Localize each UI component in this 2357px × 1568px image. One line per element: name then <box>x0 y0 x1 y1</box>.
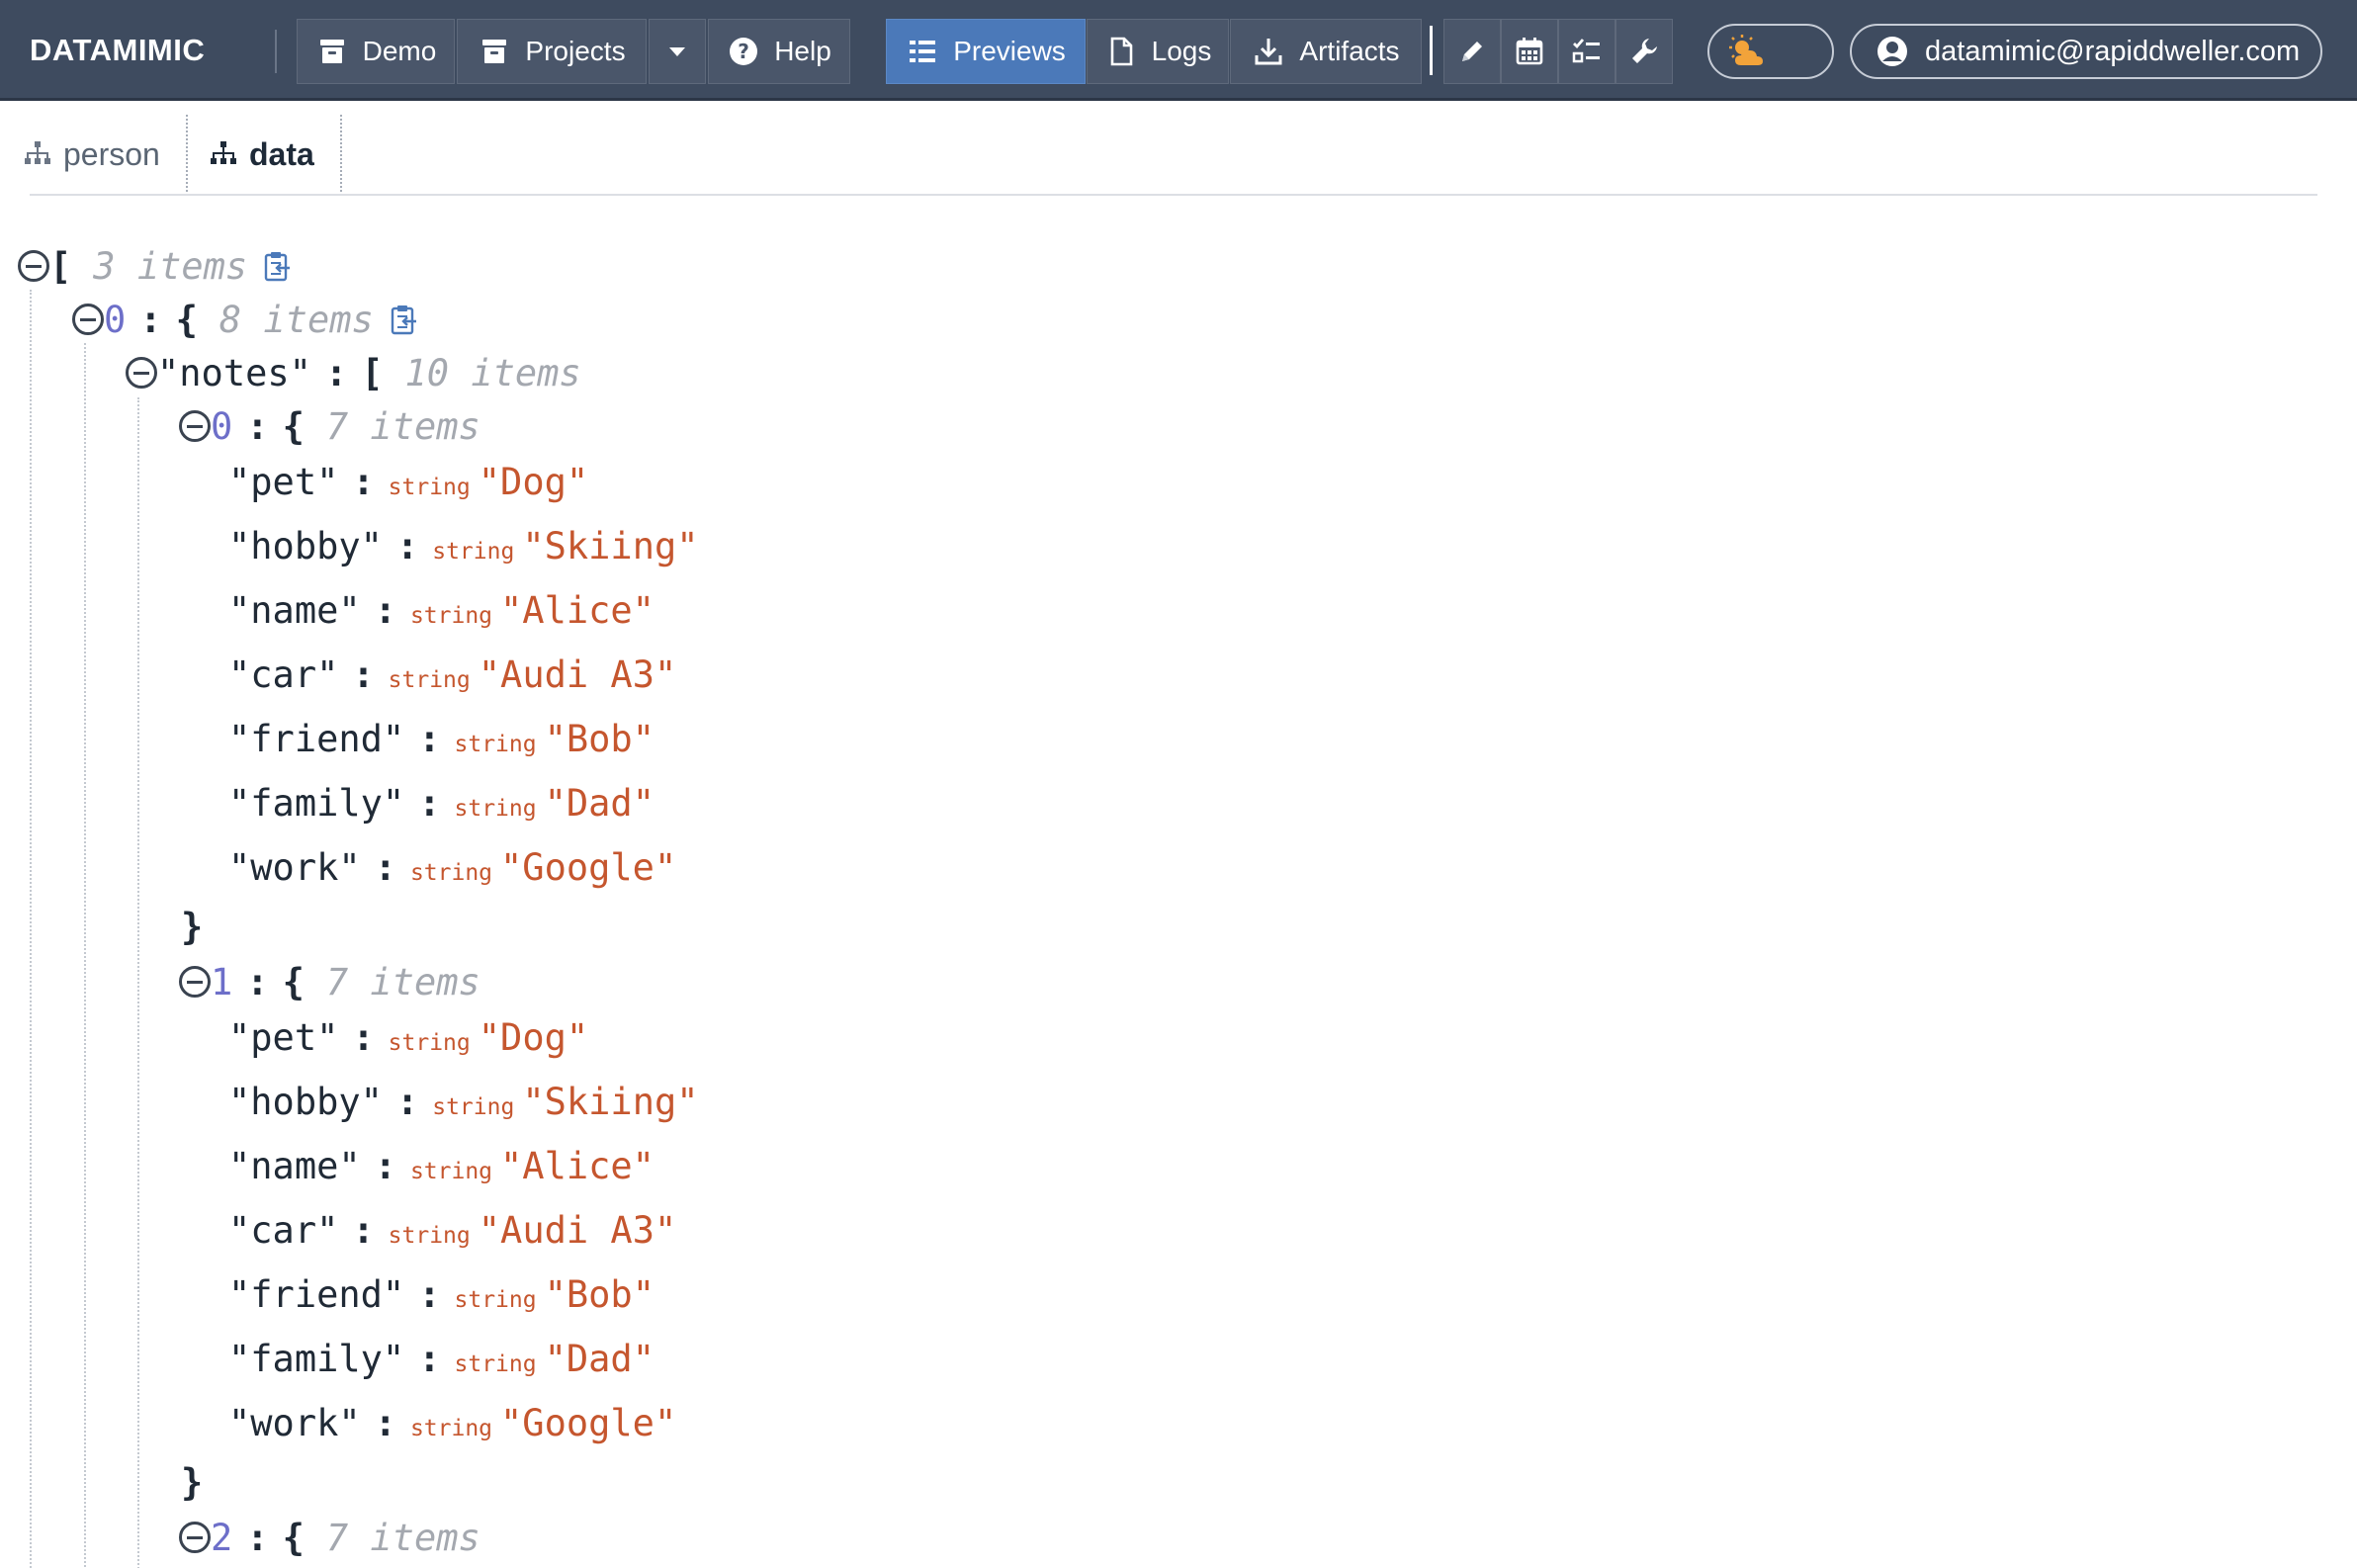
collapse-icon[interactable] <box>18 250 49 282</box>
svg-text:?: ? <box>738 40 749 63</box>
tree-node-note-1: 1 : { 7 items <box>179 956 480 1007</box>
tree-field: "work": string "Google" <box>228 845 677 889</box>
theme-toggle[interactable] <box>1707 24 1834 79</box>
pencil-icon <box>1455 35 1489 68</box>
tree-node-note-2: 2 : { 7 items <box>179 1512 480 1563</box>
closing-brace: } <box>181 905 204 948</box>
indent-guide <box>137 397 139 1568</box>
artifacts-button[interactable]: Artifacts <box>1230 19 1422 84</box>
copy-clipboard-icon[interactable] <box>263 250 293 282</box>
tree-field: "work": string "Google" <box>228 1401 677 1444</box>
collapse-icon[interactable] <box>72 304 104 335</box>
collapse-icon[interactable] <box>179 966 211 998</box>
tree-field: "family": string "Dad" <box>228 781 655 825</box>
tree-field: "pet": string "Dog" <box>228 460 589 503</box>
preview-tabs: person data <box>0 101 2357 196</box>
json-viewer: [ 3 items 0 : { 8 items "notes" : [ 10 i… <box>0 195 2357 1568</box>
checklist-icon <box>1570 35 1604 68</box>
archive-icon <box>478 35 511 68</box>
projects-button[interactable]: Projects <box>457 19 647 84</box>
tree-field: "name": string "Alice" <box>228 1144 655 1187</box>
settings-button[interactable] <box>1615 19 1673 84</box>
navbar-divider <box>1430 26 1433 75</box>
tree-node-note-0: 0 : { 7 items <box>179 400 480 452</box>
tree-node-item-0: 0 : { 8 items <box>72 294 419 345</box>
sitemap-icon <box>22 138 53 170</box>
tab-person-label: person <box>63 135 160 172</box>
calendar-icon <box>1513 35 1546 68</box>
tasks-button[interactable] <box>1558 19 1615 84</box>
sun-cloud-icon <box>1727 34 1769 69</box>
download-icon <box>1252 35 1285 68</box>
tree-field: "pet": string "Dog" <box>228 1015 589 1059</box>
item-count: 7 items <box>325 960 480 1003</box>
sitemap-icon <box>208 138 239 170</box>
tree-field: "name": string "Alice" <box>228 588 655 632</box>
tab-person[interactable]: person <box>22 115 160 194</box>
caret-down-icon <box>660 35 694 68</box>
projects-dropdown-toggle[interactable] <box>649 19 706 84</box>
item-count: 8 items <box>218 298 374 341</box>
wrench-icon <box>1627 35 1661 68</box>
tree-field: "friend": string "Bob" <box>228 1272 655 1316</box>
tree-field: "friend": string "Bob" <box>228 717 655 760</box>
top-navbar: DATAMIMIC Demo Projects ? Help Previews <box>0 0 2357 101</box>
indent-guide <box>30 290 32 1568</box>
tab-data-label: data <box>249 135 314 172</box>
previews-button[interactable]: Previews <box>886 19 1086 84</box>
logs-button-label: Logs <box>1151 36 1212 66</box>
user-account-button[interactable]: datamimic@rapiddweller.com <box>1850 24 2322 79</box>
demo-button[interactable]: Demo <box>297 19 455 84</box>
help-button[interactable]: ? Help <box>708 19 850 84</box>
archive-icon <box>315 35 349 68</box>
edit-button[interactable] <box>1443 19 1501 84</box>
question-circle-icon: ? <box>727 35 760 68</box>
projects-button-label: Projects <box>525 36 626 66</box>
tree-field: "family": string "Dad" <box>228 1337 655 1380</box>
tab-data[interactable]: data <box>208 115 314 194</box>
tree-node-root: [ 3 items <box>18 240 293 292</box>
user-circle-icon <box>1876 35 1909 68</box>
collapse-icon[interactable] <box>179 1522 211 1553</box>
user-email: datamimic@rapiddweller.com <box>1925 35 2301 67</box>
indent-guide <box>84 343 86 1568</box>
item-count: 3 items <box>93 244 248 288</box>
navbar-divider <box>275 30 277 73</box>
list-icon <box>906 35 939 68</box>
tab-divider <box>340 115 342 196</box>
file-icon <box>1104 35 1138 68</box>
tab-divider <box>186 115 188 196</box>
demo-button-label: Demo <box>362 36 437 66</box>
tree-field: "hobby": string "Skiing" <box>228 524 699 567</box>
tree-node-notes: "notes" : [ 10 items <box>126 347 581 398</box>
brand-logo[interactable]: DATAMIMIC <box>30 30 205 71</box>
copy-clipboard-icon[interactable] <box>390 304 419 335</box>
item-count: 7 items <box>325 1516 480 1559</box>
artifacts-button-label: Artifacts <box>1299 36 1400 66</box>
tree-field: "hobby": string "Skiing" <box>228 1080 699 1123</box>
closing-brace: } <box>181 1460 204 1504</box>
logs-button[interactable]: Logs <box>1087 19 1229 84</box>
item-count: 7 items <box>325 404 480 448</box>
previews-button-label: Previews <box>953 36 1066 66</box>
collapse-icon[interactable] <box>179 410 211 442</box>
help-button-label: Help <box>774 36 831 66</box>
tree-field: "car": string "Audi A3" <box>228 653 677 696</box>
item-count: 10 items <box>404 351 581 394</box>
calendar-button[interactable] <box>1501 19 1558 84</box>
tree-field: "car": string "Audi A3" <box>228 1208 677 1252</box>
collapse-icon[interactable] <box>126 357 157 389</box>
